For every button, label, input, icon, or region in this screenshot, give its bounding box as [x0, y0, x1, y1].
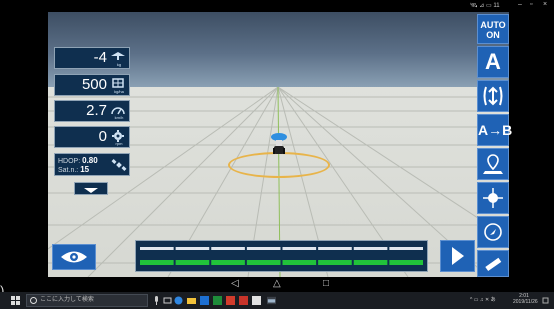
set-a-point-button[interactable]: A	[477, 46, 509, 78]
map-pin-button[interactable]	[477, 148, 509, 180]
left-black-border	[0, 0, 48, 292]
android-nav-bar: ◁ △ □	[48, 277, 509, 292]
search-placeholder: ここに入力して検索	[40, 297, 94, 303]
section-4-indicator[interactable]	[246, 260, 281, 265]
ab-line-button[interactable]: A→B	[477, 114, 513, 146]
app-icon-2[interactable]	[213, 296, 222, 305]
task-view-icon[interactable]	[163, 296, 172, 305]
tank-unit: kg	[116, 62, 122, 67]
right-black-border	[509, 0, 554, 292]
tractor-icon	[271, 133, 287, 154]
satellite-icon	[111, 159, 127, 171]
rate-value: 500	[81, 76, 107, 93]
ab-a-letter: A	[478, 122, 489, 138]
section-6-indicator[interactable]	[318, 260, 352, 265]
a-label: A	[485, 49, 501, 74]
window-status-bar: 🛰 ⊿ ▭ 11 – ▫ ×	[468, 0, 554, 12]
hdop-value: 0.80	[82, 156, 98, 165]
home-nav-button[interactable]: △	[273, 278, 281, 290]
section-outline	[389, 247, 423, 250]
rpm-readout[interactable]: 0 rpm	[54, 126, 130, 148]
ab-b-letter: B	[502, 122, 513, 138]
chevron-right-icon	[452, 247, 464, 265]
section-8-indicator[interactable]	[389, 260, 423, 265]
app-icon-1[interactable]	[200, 296, 209, 305]
active-app-icon[interactable]	[267, 296, 276, 305]
section-outline	[353, 247, 388, 250]
on-label: ON	[486, 30, 500, 40]
section-outline	[211, 247, 245, 250]
chevron-down-icon	[84, 188, 98, 193]
sections-graphic	[140, 247, 423, 265]
app-icon-4[interactable]	[239, 296, 248, 305]
windows-start-icon[interactable]	[11, 296, 20, 305]
clock-date: 2019/11/26	[513, 299, 538, 305]
section-7-indicator[interactable]	[353, 260, 388, 265]
notification-icon[interactable]	[542, 297, 549, 304]
section-1-indicator[interactable]	[140, 260, 174, 265]
section-2-indicator[interactable]	[175, 260, 210, 265]
app-icon-3[interactable]	[226, 296, 235, 305]
gps-status[interactable]: HDOP: 0.80 Sat.n.: 15	[54, 153, 130, 176]
search-circle-icon	[30, 297, 37, 304]
section-outline	[175, 247, 210, 250]
map-pin-icon	[483, 154, 503, 174]
section-3-indicator[interactable]	[211, 260, 245, 265]
light-bar-icon	[483, 188, 503, 208]
maximize-button[interactable]: ▫	[530, 0, 532, 10]
recents-nav-button[interactable]: □	[323, 278, 329, 290]
section-5-indicator[interactable]	[282, 260, 317, 265]
light-bar-button[interactable]	[477, 182, 509, 214]
minimize-button[interactable]: –	[518, 0, 522, 10]
ruler-icon	[485, 257, 502, 272]
sat-value: 15	[80, 165, 90, 174]
ruler-button[interactable]	[477, 250, 509, 277]
file-explorer-icon[interactable]	[187, 296, 196, 305]
ab-line-label: A→B	[478, 122, 513, 138]
status-icons: 🛰 ⊿ ▭ 11	[470, 3, 500, 9]
compass-button[interactable]	[477, 216, 509, 248]
compass-icon	[484, 223, 502, 241]
rate-unit: kg/ha	[114, 89, 124, 94]
edge-browser-icon[interactable]	[174, 296, 183, 305]
app-icon-5[interactable]	[252, 296, 261, 305]
section-control-bar[interactable]	[135, 240, 428, 272]
tank-readout[interactable]: -4 kg	[54, 47, 130, 69]
speed-value: 2.7	[86, 102, 107, 119]
sat-row: Sat.n.: 15	[58, 165, 89, 175]
auto-steer-button[interactable]: AUTO ON	[477, 14, 509, 44]
back-nav-button[interactable]: ◁	[231, 278, 239, 290]
speed-readout[interactable]: 2.7 km/h	[54, 100, 130, 122]
speed-unit: km/h	[114, 115, 124, 120]
taskbar-clock[interactable]: 2:01 2019/11/26	[513, 293, 538, 305]
field-boundary-button[interactable]	[477, 80, 509, 112]
collapse-panel-button[interactable]	[74, 182, 108, 195]
taskbar-search-box[interactable]: ここに入力して検索	[26, 294, 148, 307]
section-outline	[246, 247, 281, 250]
close-button[interactable]: ×	[543, 0, 547, 10]
tank-value: -4	[93, 49, 107, 66]
sat-label: Sat.n.:	[58, 167, 79, 174]
rpm-value: 0	[98, 128, 107, 145]
section-outline	[282, 247, 317, 250]
rpm-unit: rpm	[115, 141, 123, 146]
next-button[interactable]	[440, 240, 475, 272]
section-outline	[318, 247, 352, 250]
windows-taskbar: ここに入力して検索 ^ ▭ ♫ ✕ あ 2:01 2019/11/26	[0, 292, 554, 309]
mic-icon[interactable]	[152, 296, 161, 305]
field-boundary-icon	[483, 86, 503, 106]
view-toggle-button[interactable]	[52, 244, 96, 270]
hdop-label: HDOP:	[58, 158, 81, 165]
eye-icon	[61, 251, 87, 263]
rate-readout[interactable]: 500 kg/ha	[54, 74, 130, 96]
system-tray[interactable]: ^ ▭ ♫ ✕ あ	[470, 296, 496, 305]
auto-label: AUTO	[480, 20, 506, 30]
section-outline	[140, 247, 174, 250]
